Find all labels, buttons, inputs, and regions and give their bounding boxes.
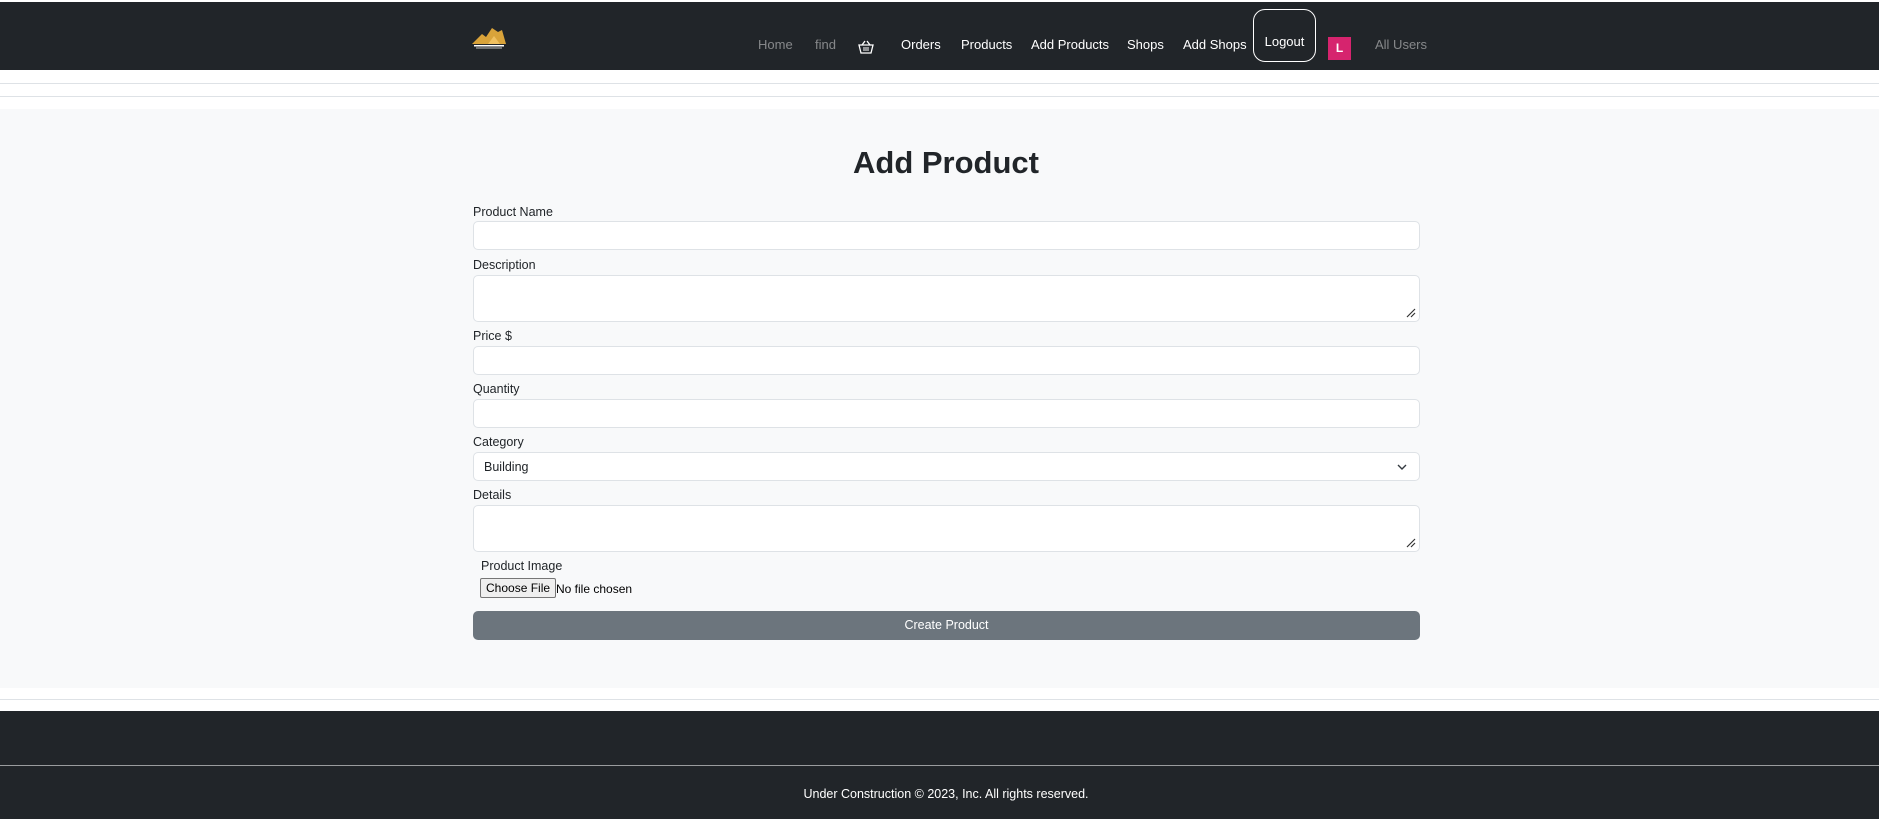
choose-file-button[interactable]: Choose File — [480, 578, 557, 598]
user-avatar[interactable]: L — [1328, 37, 1351, 60]
page-title: Add Product — [853, 145, 1039, 180]
product-name-label: Product Name — [473, 205, 553, 219]
product-image-label: Product Image — [481, 559, 563, 573]
nav-all-users-link[interactable]: All Users — [1375, 2, 1427, 70]
nav-add-products-link[interactable]: Add Products — [1031, 2, 1109, 70]
price-label: Price $ — [473, 329, 512, 343]
details-textarea[interactable] — [473, 505, 1420, 552]
add-product-section: Add Product Product Name Description Pri… — [0, 109, 1879, 688]
nav-shops-link[interactable]: Shops — [1127, 2, 1164, 70]
category-label: Category — [473, 435, 524, 449]
copyright-text: Under Construction © 2023, Inc. All righ… — [803, 787, 1089, 801]
resize-grip-icon[interactable] — [1406, 538, 1416, 548]
product-name-input[interactable] — [473, 221, 1420, 250]
nav-home-link[interactable]: Home — [758, 2, 793, 70]
resize-grip-icon[interactable] — [1406, 308, 1416, 318]
description-textarea[interactable] — [473, 275, 1420, 322]
nav-orders-link[interactable]: Orders — [901, 2, 941, 70]
nav-products-link[interactable]: Products — [961, 2, 1012, 70]
page-footer: Under Construction © 2023, Inc. All righ… — [0, 711, 1879, 819]
price-input[interactable] — [473, 346, 1420, 375]
logout-button[interactable]: Logout — [1253, 9, 1316, 62]
brand-logo-icon[interactable] — [468, 22, 510, 52]
divider — [0, 699, 1879, 700]
divider — [0, 83, 1879, 84]
top-navbar: Home find Orders Products Add Products S… — [0, 2, 1879, 70]
chevron-down-icon — [1397, 464, 1407, 470]
create-product-button[interactable]: Create Product — [473, 611, 1420, 640]
category-selected-value: Building — [484, 460, 529, 474]
category-select[interactable]: Building — [473, 452, 1420, 481]
file-status-text: No file chosen — [556, 582, 633, 596]
nav-find-link[interactable]: find — [815, 2, 836, 70]
quantity-input[interactable] — [473, 399, 1420, 428]
basket-icon[interactable] — [858, 40, 874, 54]
nav-add-shops-link[interactable]: Add Shops — [1183, 2, 1247, 70]
details-label: Details — [473, 488, 512, 502]
divider — [0, 96, 1879, 97]
footer-divider — [0, 765, 1879, 766]
quantity-label: Quantity — [473, 382, 520, 396]
description-label: Description — [473, 258, 536, 272]
